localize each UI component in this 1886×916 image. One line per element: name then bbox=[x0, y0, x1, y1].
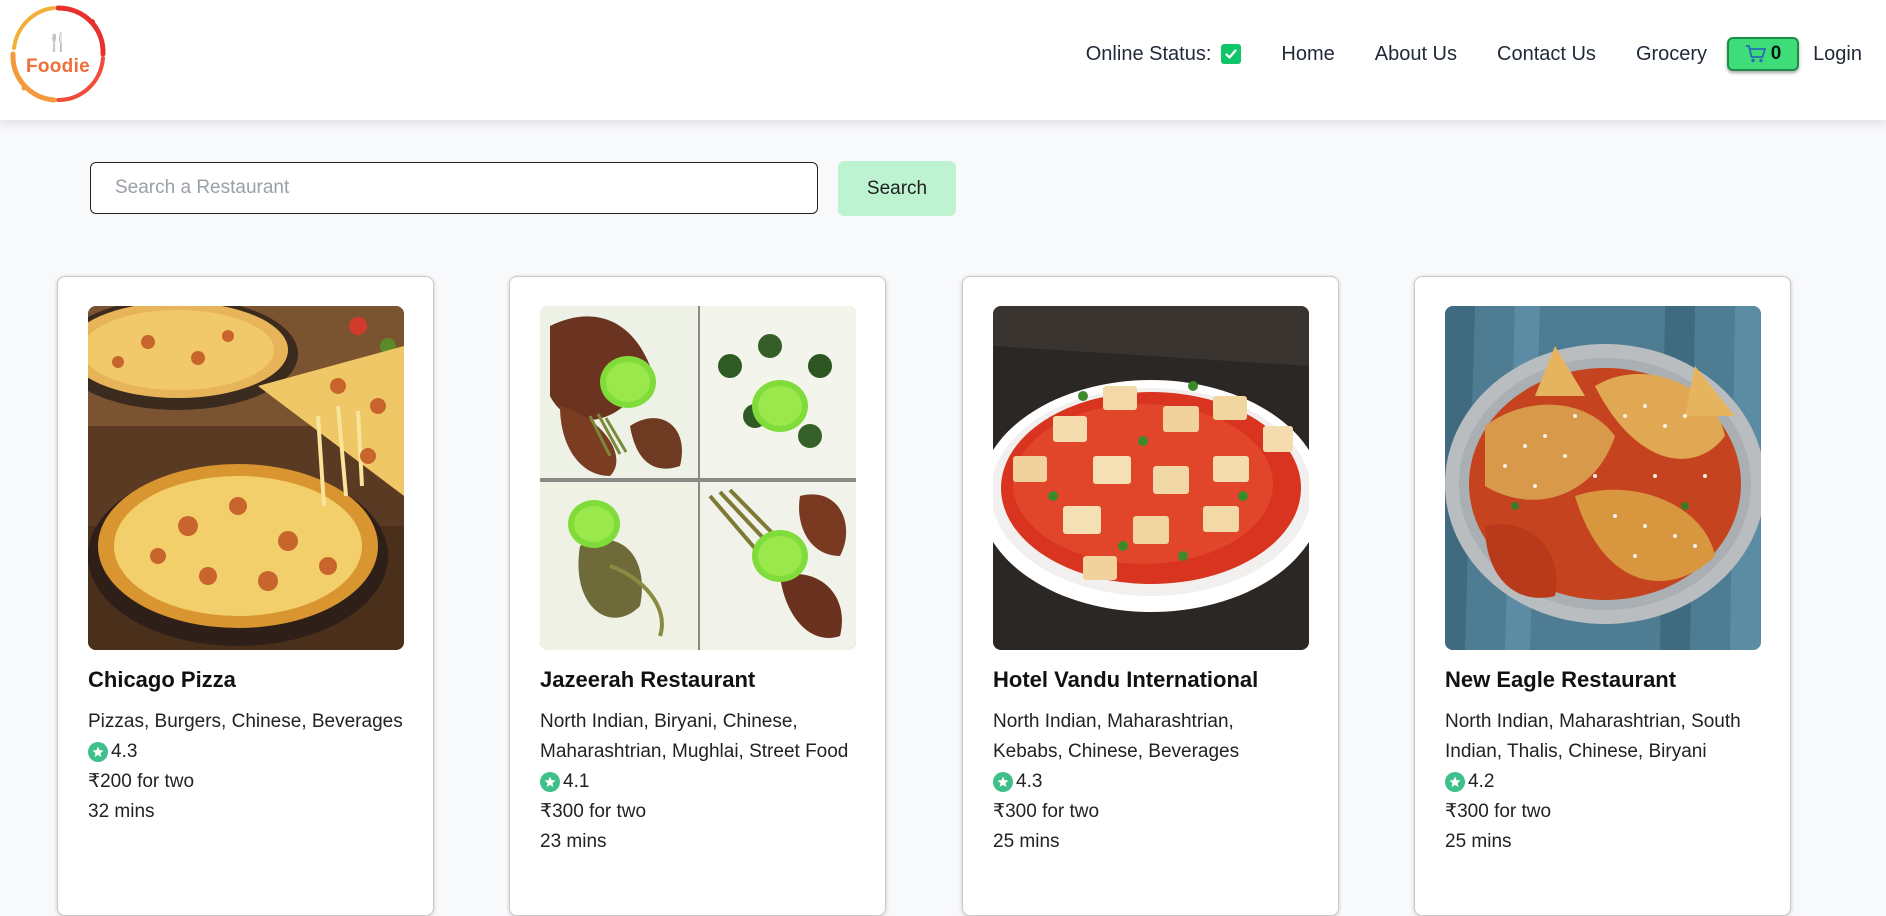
logo-text: Foodie bbox=[25, 56, 91, 77]
restaurant-card[interactable]: Chicago Pizza Pizzas, Burgers, Chinese, … bbox=[57, 276, 434, 916]
restaurant-name: Hotel Vandu International bbox=[993, 667, 1259, 692]
rating-value: 4.3 bbox=[111, 741, 138, 762]
online-status-checkbox[interactable] bbox=[1221, 44, 1242, 64]
restaurant-cuisines: North Indian, Maharashtrian, South India… bbox=[1445, 711, 1741, 762]
restaurant-card[interactable]: New Eagle Restaurant North Indian, Mahar… bbox=[1414, 276, 1791, 916]
restaurant-rating: 4.2 bbox=[1445, 767, 1760, 797]
star-icon bbox=[1445, 772, 1465, 792]
nav-about-link[interactable]: About Us bbox=[1375, 43, 1457, 66]
restaurant-eta: 25 mins bbox=[1445, 831, 1512, 852]
restaurant-card[interactable]: Jazeerah Restaurant North Indian, Biryan… bbox=[509, 276, 886, 916]
restaurant-cuisines: Pizzas, Burgers, Chinese, Beverages bbox=[88, 711, 403, 732]
restaurant-cost: ₹300 for two bbox=[540, 801, 647, 822]
online-status-label: Online Status: bbox=[1085, 42, 1212, 65]
rating-value: 4.1 bbox=[563, 771, 590, 792]
restaurant-cuisines: North Indian, Maharashtrian, Kebabs, Chi… bbox=[993, 711, 1240, 762]
restaurant-image-stuffed-dish bbox=[1445, 306, 1761, 650]
online-status: Online Status: bbox=[1086, 43, 1242, 66]
restaurant-list: Chicago Pizza Pizzas, Burgers, Chinese, … bbox=[0, 0, 1886, 916]
cart-icon bbox=[1745, 45, 1766, 63]
restaurant-cost: ₹300 for two bbox=[1445, 801, 1552, 822]
restaurant-rating: 4.3 bbox=[993, 767, 1308, 797]
foodie-logo[interactable]: 🍴 Foodie bbox=[6, 2, 110, 106]
restaurant-name: Jazeerah Restaurant bbox=[540, 667, 756, 692]
restaurant-cost: ₹300 for two bbox=[993, 801, 1100, 822]
check-icon bbox=[1225, 49, 1237, 59]
rating-value: 4.2 bbox=[1468, 771, 1495, 792]
restaurant-image-grill-platter bbox=[540, 306, 856, 650]
nav-contact-link[interactable]: Contact Us bbox=[1497, 43, 1596, 66]
restaurant-name: New Eagle Restaurant bbox=[1445, 667, 1677, 692]
login-link[interactable]: Login bbox=[1813, 43, 1862, 66]
cart-button[interactable]: 0 bbox=[1727, 37, 1800, 71]
restaurant-eta: 32 mins bbox=[88, 801, 155, 822]
nav-menu: Online Status: Home About Us Contact Us … bbox=[1086, 36, 1862, 72]
fork-glass-icon: 🍴 bbox=[46, 32, 70, 52]
restaurant-rating: 4.1 bbox=[540, 767, 855, 797]
rating-value: 4.3 bbox=[1016, 771, 1043, 792]
restaurant-name: Chicago Pizza bbox=[88, 667, 236, 692]
restaurant-cuisines: North Indian, Biryani, Chinese, Maharash… bbox=[540, 711, 849, 762]
restaurant-image-paneer-curry bbox=[993, 306, 1309, 650]
restaurant-cost: ₹200 for two bbox=[88, 771, 195, 792]
restaurant-rating: 4.3 bbox=[88, 737, 403, 767]
restaurant-card[interactable]: Hotel Vandu International North Indian, … bbox=[962, 276, 1339, 916]
star-icon bbox=[540, 772, 560, 792]
nav-grocery-link[interactable]: Grocery bbox=[1636, 43, 1707, 66]
star-icon bbox=[993, 772, 1013, 792]
cart-count: 0 bbox=[1770, 43, 1782, 64]
star-icon bbox=[88, 742, 108, 762]
logo-ring-icon bbox=[10, 5, 106, 103]
top-navbar: 🍴 Foodie Online Status: Home About Us Co… bbox=[0, 0, 1886, 120]
restaurant-eta: 25 mins bbox=[993, 831, 1060, 852]
restaurant-image-pizza bbox=[88, 306, 404, 650]
restaurant-eta: 23 mins bbox=[540, 831, 607, 852]
nav-home-link[interactable]: Home bbox=[1281, 43, 1334, 66]
